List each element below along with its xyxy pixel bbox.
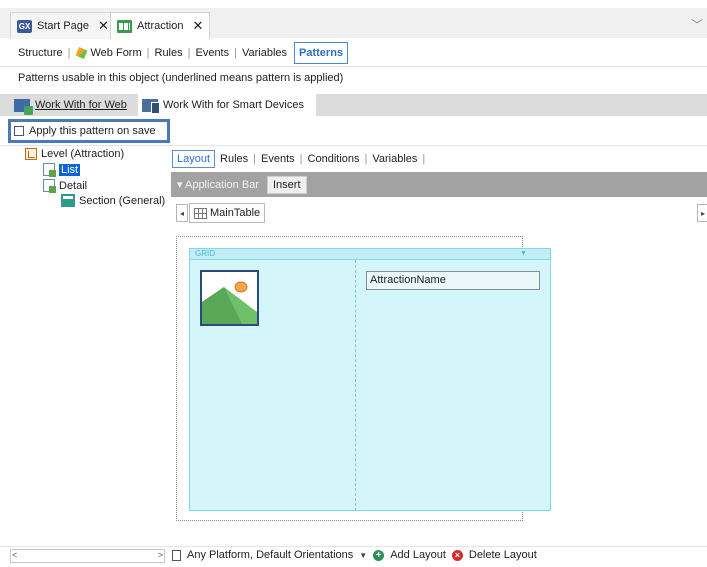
- tree-node-list-label: List: [59, 163, 81, 176]
- smart-devices-icon: [142, 98, 160, 114]
- scroll-right-icon[interactable]: >: [158, 550, 163, 560]
- table-icon: [194, 207, 207, 219]
- image-icon: [202, 272, 257, 324]
- nav-left-icon[interactable]: ◂: [176, 204, 188, 222]
- nav-right-icon[interactable]: ▸: [697, 204, 707, 222]
- close-icon[interactable]: ✕: [192, 18, 203, 34]
- apply-pattern-label: Apply this pattern on save: [29, 125, 156, 137]
- platform-selector[interactable]: Any Platform, Default Orientations: [187, 549, 353, 561]
- tab-events-sd[interactable]: Events: [256, 153, 300, 165]
- platform-icon: [172, 549, 181, 561]
- tab-variables-sd[interactable]: Variables: [367, 153, 422, 165]
- tree-node-detail-label: Detail: [59, 179, 88, 192]
- web-pattern-icon: [14, 98, 33, 115]
- chevron-down-icon[interactable]: ▼: [359, 551, 367, 560]
- tab-web-form[interactable]: Web Form: [71, 43, 147, 63]
- pattern-tab-bar: Work With for Web Work With for Smart De…: [0, 94, 707, 116]
- image-placeholder-icon[interactable]: [200, 270, 259, 326]
- gx-icon: GX: [17, 19, 32, 33]
- tab-variables[interactable]: Variables: [237, 43, 292, 63]
- detail-icon: [43, 179, 56, 193]
- application-bar-label: ▾ Application Bar: [177, 179, 259, 191]
- add-layout-button[interactable]: Add Layout: [390, 549, 446, 561]
- application-bar-text: Application Bar: [184, 179, 259, 191]
- tab-conditions[interactable]: Conditions: [303, 153, 365, 165]
- tree-node-level[interactable]: Level (Attraction): [25, 148, 124, 160]
- application-bar[interactable]: ▾ Application Bar Insert: [171, 172, 707, 197]
- tab-rules[interactable]: Rules: [150, 43, 188, 63]
- delete-icon: ×: [451, 549, 463, 561]
- tab-structure[interactable]: Structure: [0, 43, 68, 63]
- main-table-selector[interactable]: MainTable: [189, 203, 266, 223]
- close-icon[interactable]: ✕: [98, 18, 109, 34]
- tab-patterns[interactable]: Patterns: [294, 42, 349, 64]
- tab-web-form-label: Web Form: [90, 47, 142, 59]
- main-table-label: MainTable: [210, 207, 261, 219]
- layout-tools: Any Platform, Default Orientations ▼ + A…: [172, 549, 537, 561]
- separator: |: [422, 153, 426, 165]
- tab-attraction-label: Attraction: [137, 20, 184, 32]
- tree-node-section-label: Section (General): [79, 194, 166, 207]
- patterns-description: Patterns usable in this object (underlin…: [18, 72, 344, 84]
- tree-node-detail[interactable]: Detail: [43, 179, 88, 193]
- level-icon: [25, 148, 37, 160]
- tab-work-with-web-label: Work With for Web: [35, 99, 127, 111]
- tab-start-page-label: Start Page: [37, 20, 89, 32]
- grid-header[interactable]: [189, 248, 551, 260]
- document-tab-bar: GX Start Page ✕ Attraction ✕ ﹀: [0, 0, 707, 39]
- tab-layout[interactable]: Layout: [172, 150, 216, 168]
- divider: [0, 66, 707, 67]
- horizontal-scrollbar[interactable]: < >: [10, 549, 165, 563]
- layout-sub-tab-bar: Layout Rules | Events | Conditions | Var…: [172, 148, 425, 170]
- add-icon: +: [373, 549, 385, 561]
- list-icon: [43, 163, 56, 177]
- web-form-icon: [75, 47, 88, 59]
- tree-node-level-label: Level (Attraction): [41, 148, 125, 160]
- delete-layout-button[interactable]: Delete Layout: [469, 549, 537, 561]
- grid-label: GRID: [195, 249, 215, 258]
- tab-work-with-smart-devices[interactable]: Work With for Smart Devices: [138, 94, 316, 116]
- tab-rules-sd[interactable]: Rules: [215, 153, 253, 165]
- tab-work-with-web[interactable]: Work With for Web: [10, 94, 131, 116]
- attraction-name-field[interactable]: AttractionName: [366, 271, 540, 290]
- chevron-down-icon[interactable]: ﹀: [691, 16, 703, 33]
- transaction-icon: [117, 19, 132, 33]
- tab-work-with-smart-devices-label: Work With for Smart Devices: [163, 99, 304, 111]
- section-icon: [61, 194, 75, 207]
- scroll-left-icon[interactable]: <: [12, 550, 17, 560]
- tree-node-list[interactable]: List: [43, 163, 81, 177]
- object-tab-bar: Structure | Web Form | Rules | Events | …: [0, 42, 707, 64]
- divider: [0, 145, 707, 146]
- checkbox[interactable]: [14, 126, 24, 136]
- tab-start-page[interactable]: GX Start Page ✕: [10, 12, 116, 39]
- tree-node-section[interactable]: Section (General): [61, 194, 165, 207]
- tab-events[interactable]: Events: [190, 43, 234, 63]
- apply-pattern-checkbox[interactable]: Apply this pattern on save: [8, 119, 170, 143]
- insert-button[interactable]: Insert: [266, 175, 307, 194]
- tab-attraction[interactable]: Attraction ✕: [110, 12, 211, 39]
- grid-column-divider: [355, 260, 356, 511]
- grid-dropdown-icon[interactable]: ▼: [520, 248, 527, 260]
